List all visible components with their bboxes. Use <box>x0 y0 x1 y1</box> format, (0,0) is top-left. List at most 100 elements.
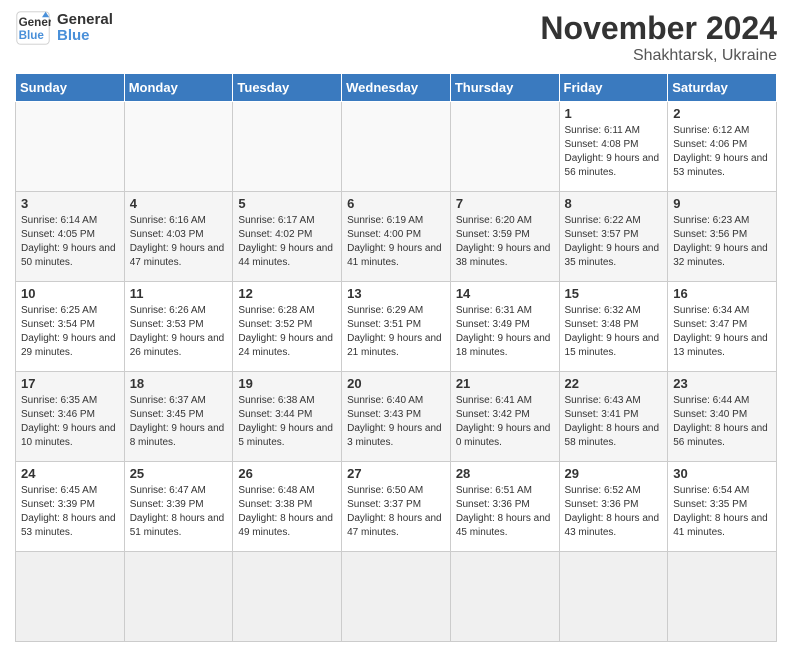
calendar-cell: 29 Sunrise: 6:52 AM Sunset: 3:36 PM Dayli… <box>559 462 668 552</box>
day-number: 10 <box>21 286 119 301</box>
calendar-cell <box>233 552 342 642</box>
day-info: Sunrise: 6:43 AM Sunset: 3:41 PM Dayligh… <box>565 394 663 450</box>
day-number: 6 <box>347 196 445 211</box>
logo: General Blue General Blue <box>15 10 113 46</box>
day-info: Sunrise: 6:11 AM Sunset: 4:08 PM Dayligh… <box>565 124 663 180</box>
day-info: Sunrise: 6:17 AM Sunset: 4:02 PM Dayligh… <box>238 214 336 270</box>
day-info: Sunrise: 6:52 AM Sunset: 3:36 PM Dayligh… <box>565 484 663 540</box>
day-info: Sunrise: 6:23 AM Sunset: 3:56 PM Dayligh… <box>673 214 771 270</box>
day-info: Sunrise: 6:28 AM Sunset: 3:52 PM Dayligh… <box>238 304 336 360</box>
calendar-cell <box>450 552 559 642</box>
calendar-header-row: SundayMondayTuesdayWednesdayThursdayFrid… <box>16 74 777 102</box>
day-number: 21 <box>456 376 554 391</box>
calendar-cell: 27 Sunrise: 6:50 AM Sunset: 3:37 PM Dayli… <box>342 462 451 552</box>
day-info: Sunrise: 6:38 AM Sunset: 3:44 PM Dayligh… <box>238 394 336 450</box>
logo-icon: General Blue <box>15 10 51 46</box>
day-number: 9 <box>673 196 771 211</box>
calendar-cell <box>559 552 668 642</box>
day-info: Sunrise: 6:48 AM Sunset: 3:38 PM Dayligh… <box>238 484 336 540</box>
calendar-cell: 2Sunrise: 6:12 AM Sunset: 4:06 PM Daylig… <box>668 102 777 192</box>
weekday-header: Sunday <box>16 74 125 102</box>
calendar-cell: 13 Sunrise: 6:29 AM Sunset: 3:51 PM Dayli… <box>342 282 451 372</box>
day-number: 25 <box>130 466 228 481</box>
day-number: 28 <box>456 466 554 481</box>
day-number: 15 <box>565 286 663 301</box>
calendar-cell: 5 Sunrise: 6:17 AM Sunset: 4:02 PM Daylig… <box>233 192 342 282</box>
calendar-cell: 30 Sunrise: 6:54 AM Sunset: 3:35 PM Dayli… <box>668 462 777 552</box>
day-number: 20 <box>347 376 445 391</box>
day-info: Sunrise: 6:14 AM Sunset: 4:05 PM Dayligh… <box>21 214 119 270</box>
day-info: Sunrise: 6:50 AM Sunset: 3:37 PM Dayligh… <box>347 484 445 540</box>
day-number: 5 <box>238 196 336 211</box>
day-number: 30 <box>673 466 771 481</box>
day-info: Sunrise: 6:41 AM Sunset: 3:42 PM Dayligh… <box>456 394 554 450</box>
day-number: 19 <box>238 376 336 391</box>
calendar-cell: 26 Sunrise: 6:48 AM Sunset: 3:38 PM Dayli… <box>233 462 342 552</box>
calendar-cell: 8 Sunrise: 6:22 AM Sunset: 3:57 PM Daylig… <box>559 192 668 282</box>
weekday-header: Saturday <box>668 74 777 102</box>
weekday-header: Thursday <box>450 74 559 102</box>
calendar-cell: 6 Sunrise: 6:19 AM Sunset: 4:00 PM Daylig… <box>342 192 451 282</box>
calendar-cell: 4Sunrise: 6:16 AM Sunset: 4:03 PM Daylig… <box>124 192 233 282</box>
day-number: 24 <box>21 466 119 481</box>
day-number: 11 <box>130 286 228 301</box>
svg-text:Blue: Blue <box>19 29 45 42</box>
calendar-cell: 7Sunrise: 6:20 AM Sunset: 3:59 PM Daylig… <box>450 192 559 282</box>
page-header: General Blue General Blue November 2024 … <box>15 10 777 65</box>
month-title: November 2024 <box>540 10 777 47</box>
day-info: Sunrise: 6:34 AM Sunset: 3:47 PM Dayligh… <box>673 304 771 360</box>
calendar-cell: 3 Sunrise: 6:14 AM Sunset: 4:05 PM Daylig… <box>16 192 125 282</box>
day-info: Sunrise: 6:37 AM Sunset: 3:45 PM Dayligh… <box>130 394 228 450</box>
calendar-cell <box>124 552 233 642</box>
day-info: Sunrise: 6:45 AM Sunset: 3:39 PM Dayligh… <box>21 484 119 540</box>
calendar-cell: 1 Sunrise: 6:11 AM Sunset: 4:08 PM Daylig… <box>559 102 668 192</box>
weekday-header: Wednesday <box>342 74 451 102</box>
day-number: 12 <box>238 286 336 301</box>
calendar-cell: 21 Sunrise: 6:41 AM Sunset: 3:42 PM Dayli… <box>450 372 559 462</box>
calendar-cell <box>233 102 342 192</box>
day-info: Sunrise: 6:26 AM Sunset: 3:53 PM Dayligh… <box>130 304 228 360</box>
title-area: November 2024 Shakhtarsk, Ukraine <box>540 10 777 65</box>
day-number: 8 <box>565 196 663 211</box>
calendar-cell: 12 Sunrise: 6:28 AM Sunset: 3:52 PM Dayli… <box>233 282 342 372</box>
calendar-cell: 17Sunrise: 6:35 AM Sunset: 3:46 PM Dayli… <box>16 372 125 462</box>
day-number: 27 <box>347 466 445 481</box>
calendar-cell: 15Sunrise: 6:32 AM Sunset: 3:48 PM Dayli… <box>559 282 668 372</box>
day-info: Sunrise: 6:12 AM Sunset: 4:06 PM Dayligh… <box>673 124 771 180</box>
day-number: 18 <box>130 376 228 391</box>
day-info: Sunrise: 6:51 AM Sunset: 3:36 PM Dayligh… <box>456 484 554 540</box>
calendar-cell <box>342 102 451 192</box>
weekday-header: Monday <box>124 74 233 102</box>
day-number: 26 <box>238 466 336 481</box>
calendar-row: 24 Sunrise: 6:45 AM Sunset: 3:39 PM Dayli… <box>16 462 777 552</box>
calendar-row: 1 Sunrise: 6:11 AM Sunset: 4:08 PM Daylig… <box>16 102 777 192</box>
day-info: Sunrise: 6:31 AM Sunset: 3:49 PM Dayligh… <box>456 304 554 360</box>
day-info: Sunrise: 6:19 AM Sunset: 4:00 PM Dayligh… <box>347 214 445 270</box>
calendar-row: 3 Sunrise: 6:14 AM Sunset: 4:05 PM Daylig… <box>16 192 777 282</box>
day-number: 3 <box>21 196 119 211</box>
day-info: Sunrise: 6:35 AM Sunset: 3:46 PM Dayligh… <box>21 394 119 450</box>
calendar-cell: 16Sunrise: 6:34 AM Sunset: 3:47 PM Dayli… <box>668 282 777 372</box>
day-number: 14 <box>456 286 554 301</box>
location: Shakhtarsk, Ukraine <box>540 47 777 65</box>
calendar-cell: 28 Sunrise: 6:51 AM Sunset: 3:36 PM Dayli… <box>450 462 559 552</box>
day-info: Sunrise: 6:22 AM Sunset: 3:57 PM Dayligh… <box>565 214 663 270</box>
day-number: 7 <box>456 196 554 211</box>
day-number: 29 <box>565 466 663 481</box>
calendar-row: 10Sunrise: 6:25 AM Sunset: 3:54 PM Dayli… <box>16 282 777 372</box>
day-info: Sunrise: 6:54 AM Sunset: 3:35 PM Dayligh… <box>673 484 771 540</box>
day-number: 22 <box>565 376 663 391</box>
day-number: 1 <box>565 106 663 121</box>
day-number: 13 <box>347 286 445 301</box>
logo-blue: Blue <box>57 27 90 44</box>
calendar-cell: 9 Sunrise: 6:23 AM Sunset: 3:56 PM Daylig… <box>668 192 777 282</box>
day-number: 4 <box>130 196 228 211</box>
calendar-cell <box>342 552 451 642</box>
calendar-cell: 11 Sunrise: 6:26 AM Sunset: 3:53 PM Dayli… <box>124 282 233 372</box>
calendar-cell <box>668 552 777 642</box>
day-info: Sunrise: 6:29 AM Sunset: 3:51 PM Dayligh… <box>347 304 445 360</box>
calendar-cell <box>124 102 233 192</box>
calendar-cell <box>16 552 125 642</box>
day-info: Sunrise: 6:47 AM Sunset: 3:39 PM Dayligh… <box>130 484 228 540</box>
svg-text:General: General <box>19 16 51 29</box>
